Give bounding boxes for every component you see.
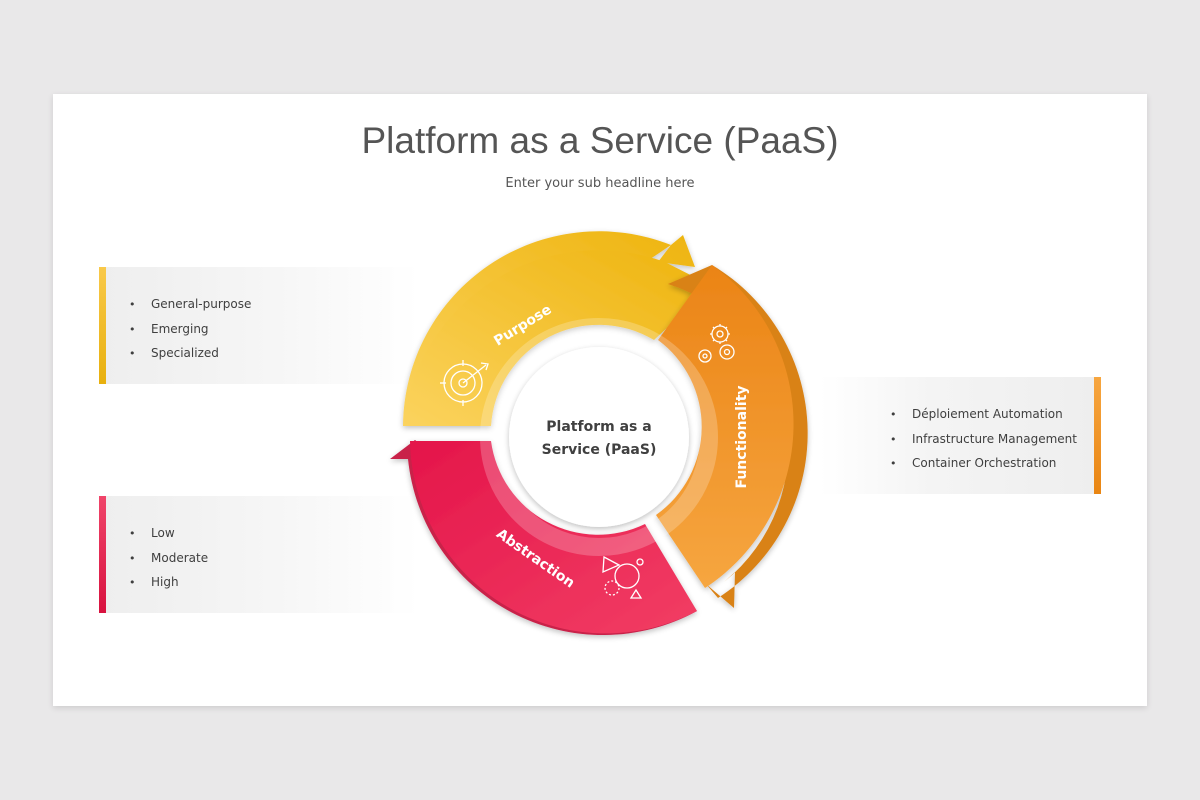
- center-title-line2: Service (PaaS): [542, 442, 657, 458]
- center-circle: [509, 347, 689, 527]
- center-title-line1: Platform as a: [546, 419, 651, 435]
- cycle-diagram: Platform as a Service (PaaS) Purpose Fun…: [390, 231, 808, 636]
- functionality-label: Functionality: [734, 385, 750, 488]
